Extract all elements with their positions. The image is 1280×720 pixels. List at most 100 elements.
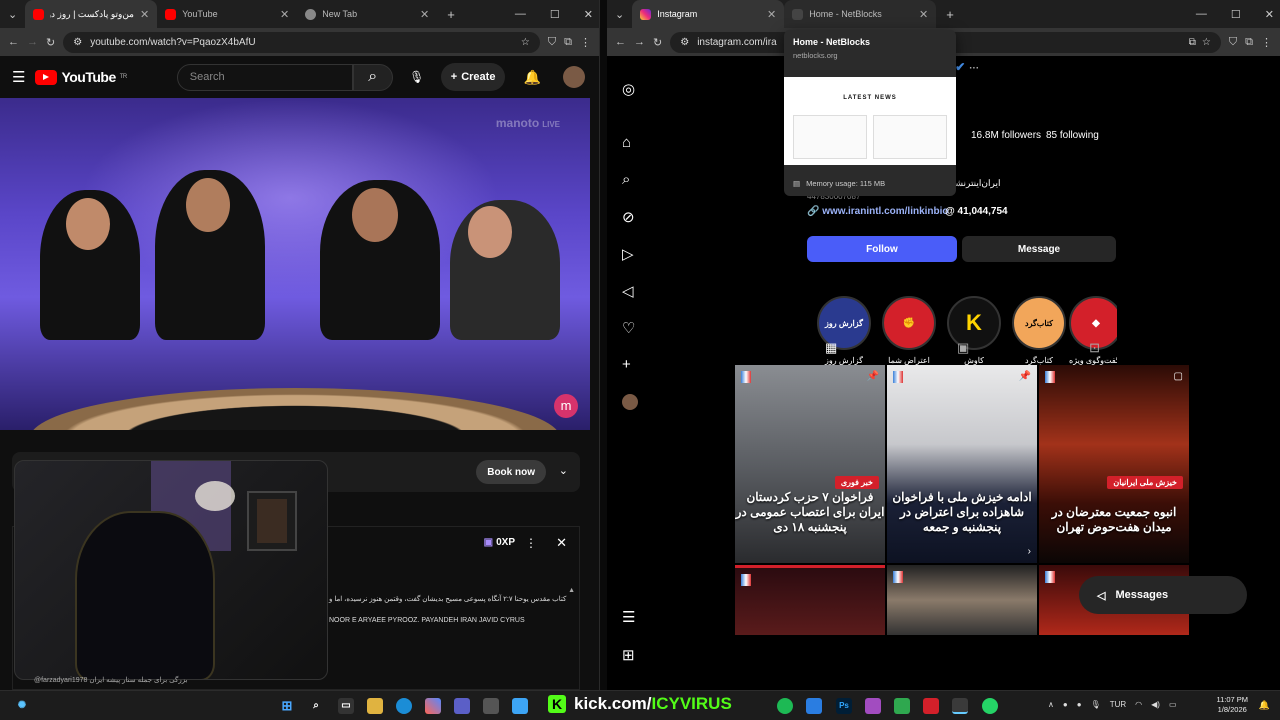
new-tab-icon[interactable]: +: [447, 7, 455, 22]
close-chat-icon[interactable]: ✕: [556, 535, 567, 551]
avatar[interactable]: [562, 66, 585, 88]
create-button[interactable]: + Create: [440, 63, 506, 91]
hamburger-menu-icon[interactable]: ☰: [12, 68, 25, 86]
reload-icon[interactable]: ↻: [46, 36, 55, 49]
reels-icon[interactable]: ▷: [622, 245, 634, 263]
app-icon[interactable]: [894, 698, 910, 714]
reload-icon[interactable]: ↻: [653, 36, 662, 49]
teams-icon[interactable]: [454, 698, 470, 714]
start-windows-icon[interactable]: ⊞: [279, 698, 295, 714]
chrome-icon[interactable]: [952, 698, 968, 714]
voice-search-button[interactable]: 🎙: [403, 63, 431, 91]
microphone-icon[interactable]: 🎙: [1091, 700, 1101, 709]
xp-badge[interactable]: ▣ 0XP: [484, 537, 515, 548]
book-now-button[interactable]: Book now: [476, 460, 546, 484]
messages-pill-button[interactable]: ◁ Messages: [1079, 576, 1247, 614]
close-icon[interactable]: ✕: [140, 8, 149, 21]
tab-new-tab[interactable]: New Tab ✕: [297, 0, 437, 28]
site-info-icon[interactable]: ⚙: [73, 37, 82, 48]
post-tile[interactable]: [735, 565, 885, 635]
menu-dots-icon[interactable]: ⋮: [1261, 36, 1272, 49]
back-icon[interactable]: ←: [615, 36, 626, 48]
following-count[interactable]: 85 following: [1046, 130, 1099, 141]
photoshop-icon[interactable]: Ps: [836, 698, 852, 714]
search-input[interactable]: Search: [176, 63, 353, 91]
tab-search-icon[interactable]: ⌄: [615, 8, 624, 21]
instagram-logo-icon[interactable]: ◎: [622, 80, 635, 98]
tray-chevron-icon[interactable]: ∧: [1048, 700, 1054, 709]
tab-youtube[interactable]: YouTube ✕: [157, 0, 297, 28]
profile-avatar[interactable]: [622, 394, 638, 410]
video-player[interactable]: manoto LIVE m: [0, 98, 590, 430]
extensions-icon[interactable]: ⧉: [564, 36, 572, 49]
tab-manoto[interactable]: من‌وتو پادکست | روز دوا ✕: [25, 0, 158, 28]
menu-dots-icon[interactable]: ⋮: [580, 36, 591, 49]
edge-icon[interactable]: [396, 698, 412, 714]
vscode-icon[interactable]: [806, 698, 822, 714]
app-icon[interactable]: [512, 698, 528, 714]
forward-icon[interactable]: →: [634, 36, 645, 48]
app-icon[interactable]: [483, 698, 499, 714]
back-icon[interactable]: ←: [8, 36, 19, 48]
url-input[interactable]: ⚙ youtube.com/watch?v=PqaozX4bAfU ☆: [63, 31, 540, 53]
explore-icon[interactable]: ⊘: [622, 208, 635, 226]
tab-search-icon[interactable]: ⌄: [8, 8, 17, 21]
search-icon[interactable]: ⌕: [622, 171, 630, 188]
threads-count[interactable]: @ 41,044,754: [945, 206, 1008, 217]
followers-count[interactable]: 16.8M followers: [971, 130, 1041, 141]
language-indicator[interactable]: TUR: [1110, 700, 1126, 709]
chat-menu-dots-icon[interactable]: ⋮: [525, 536, 537, 550]
search-button[interactable]: ⌕: [352, 63, 393, 91]
post-tile[interactable]: 📌 خبر فوری فراخوان ۷ حزب کردستان ایران ب…: [735, 365, 885, 563]
post-tile[interactable]: 📌 ادامه خیزش ملی با فراخوان شاهزاده برای…: [887, 365, 1037, 563]
site-info-icon[interactable]: ⚙: [680, 37, 689, 48]
notifications-icon[interactable]: 🔔: [1259, 700, 1270, 711]
bookmark-star-icon[interactable]: ☆: [521, 37, 530, 48]
notifications-bell-icon[interactable]: 🔔: [523, 69, 540, 86]
wifi-icon[interactable]: ◠: [1135, 700, 1142, 709]
clock[interactable]: 11:07 PM 1/8/2026: [1216, 695, 1248, 715]
post-tile[interactable]: [887, 565, 1037, 635]
task-view-icon[interactable]: ▭: [338, 698, 354, 714]
reels-tab-icon[interactable]: ▣: [957, 340, 969, 356]
posts-grid-tab-icon[interactable]: ▦: [825, 340, 837, 356]
messages-icon[interactable]: ◁: [622, 282, 634, 300]
file-explorer-icon[interactable]: [367, 698, 383, 714]
close-window-icon[interactable]: ✕: [1265, 8, 1274, 21]
close-window-icon[interactable]: ✕: [584, 8, 593, 21]
app-icon[interactable]: [865, 698, 881, 714]
close-icon[interactable]: ✕: [767, 8, 776, 21]
home-icon[interactable]: ⌂: [622, 134, 631, 151]
message-button[interactable]: Message: [962, 236, 1116, 262]
close-icon[interactable]: ✕: [420, 8, 429, 21]
more-menu-icon[interactable]: ☰: [622, 608, 635, 626]
copilot-icon[interactable]: [425, 698, 441, 714]
tab-netblocks[interactable]: Home - NetBlocks ✕: [784, 0, 937, 28]
scroll-up-icon[interactable]: ▲: [568, 587, 575, 594]
chevron-down-icon[interactable]: ⌄: [559, 464, 568, 477]
whatsapp-icon[interactable]: [982, 698, 998, 714]
profile-options-icon[interactable]: ···: [969, 63, 979, 74]
profile-link[interactable]: 🔗 www.iranintl.com/linkinbio: [807, 206, 949, 217]
notifications-heart-icon[interactable]: ♡: [622, 319, 635, 337]
close-icon[interactable]: ✕: [919, 8, 928, 21]
bookmark-star-icon[interactable]: ☆: [1202, 37, 1211, 48]
maximize-icon[interactable]: ☐: [550, 8, 560, 21]
meta-apps-icon[interactable]: ⊞: [622, 646, 635, 664]
minimize-icon[interactable]: —: [515, 8, 526, 20]
tray-app-icon[interactable]: ●: [1063, 700, 1068, 709]
create-plus-icon[interactable]: +: [622, 356, 631, 373]
spotify-icon[interactable]: [777, 698, 793, 714]
close-icon[interactable]: ✕: [280, 8, 289, 21]
app-icon[interactable]: [923, 698, 939, 714]
new-tab-icon[interactable]: +: [946, 7, 954, 22]
follow-button[interactable]: Follow: [807, 236, 957, 262]
volume-icon[interactable]: ◀): [1151, 700, 1160, 709]
post-tile[interactable]: ▢ خیزش ملی ایرانیان انبوه جمعیت معترضان …: [1039, 365, 1189, 563]
maximize-icon[interactable]: ☐: [1231, 8, 1241, 21]
tray-app-icon[interactable]: ●: [1077, 700, 1082, 709]
shield-icon[interactable]: ⛉: [548, 36, 556, 49]
youtube-logo[interactable]: YouTube TR: [35, 69, 127, 85]
tagged-tab-icon[interactable]: ⊡: [1089, 340, 1100, 356]
install-app-icon[interactable]: ⧉: [1189, 37, 1196, 48]
